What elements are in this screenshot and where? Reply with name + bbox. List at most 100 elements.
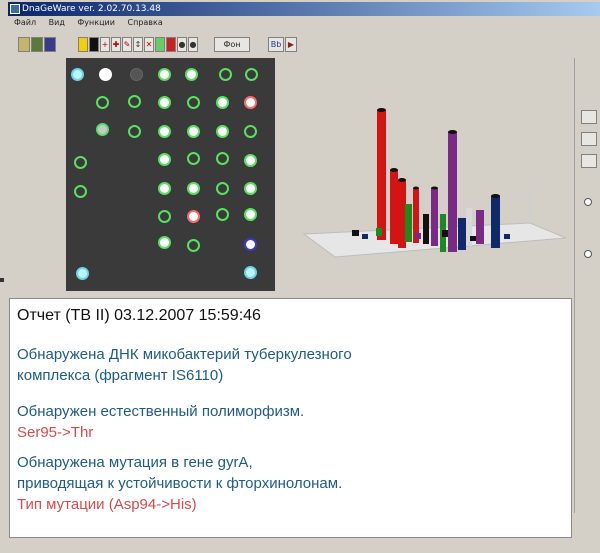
bar	[390, 170, 398, 244]
title-bar: DnaGeWare ver. 2.02.70.13.48	[8, 2, 600, 16]
well-grey-green[interactable]	[96, 123, 109, 136]
bar	[431, 188, 438, 246]
menu-functions[interactable]: Функции	[77, 18, 115, 27]
well-white-green[interactable]	[158, 153, 171, 166]
bar-plot-3d[interactable]	[280, 58, 570, 293]
tool-button-10[interactable]: ●	[177, 37, 187, 52]
tool-button-9[interactable]	[166, 37, 176, 52]
report-line: приводящая к устойчивости к фторхинолона…	[17, 475, 343, 492]
bar	[470, 236, 476, 241]
report-line: Тип мутации (Asp94->His)	[17, 496, 197, 513]
bar	[377, 110, 386, 240]
report-line: Обнаружен естественный полиморфизм.	[17, 403, 305, 420]
report-panel: Отчет (ТВ II) 03.12.2007 15:59:46 Обнару…	[9, 298, 572, 538]
well-ring-green[interactable]	[244, 125, 257, 138]
well-cyan[interactable]	[76, 267, 89, 280]
well-ring-green[interactable]	[128, 95, 141, 108]
report-line: Обнаружена ДНК микобактерий туберкулезно…	[17, 346, 352, 363]
well-white-green[interactable]	[187, 125, 200, 138]
tool-button-2[interactable]	[89, 37, 99, 52]
letter-button-label: Bb	[270, 40, 282, 49]
well-white-green[interactable]	[244, 208, 257, 221]
well-ring-green[interactable]	[216, 152, 229, 165]
well-white[interactable]	[99, 68, 112, 81]
well-ring-green[interactable]	[245, 68, 258, 81]
well-white-green[interactable]	[158, 96, 171, 109]
toolbar: + ✚ ✎ ↕ ✕ ● ● Фон Bb ▶	[8, 34, 600, 54]
open-icon[interactable]	[18, 37, 30, 52]
well-ring-green[interactable]	[187, 239, 200, 252]
well-grid[interactable]	[66, 58, 275, 291]
well-white-green[interactable]	[158, 182, 171, 195]
well-ring-green[interactable]	[74, 185, 87, 198]
well-ring-green[interactable]	[216, 182, 229, 195]
bar	[423, 214, 429, 244]
side-button[interactable]	[581, 110, 597, 124]
report-button[interactable]: Фон	[214, 37, 250, 52]
well-ring-green[interactable]	[74, 156, 87, 169]
bar	[352, 230, 359, 236]
well-ring-green[interactable]	[187, 96, 200, 109]
menu-help[interactable]: Справка	[128, 18, 163, 27]
bar-cap	[398, 178, 406, 182]
bar	[399, 224, 405, 234]
save-icon[interactable]	[44, 37, 56, 52]
tool-button-8[interactable]	[155, 37, 165, 52]
well-white-red[interactable]	[187, 210, 200, 223]
well-white-green[interactable]	[244, 154, 257, 167]
bar	[398, 180, 406, 248]
bar	[448, 132, 457, 252]
well-white-green[interactable]	[216, 125, 229, 138]
refresh-icon[interactable]	[31, 37, 43, 52]
bar	[362, 234, 368, 239]
well-white-green[interactable]	[216, 96, 229, 109]
side-button[interactable]	[581, 132, 597, 146]
tool-button-1[interactable]	[78, 37, 88, 52]
tool-button-6[interactable]: ↕	[133, 37, 143, 52]
plot-canvas	[302, 108, 567, 258]
bar-cap	[431, 186, 438, 190]
bar-cap	[448, 130, 457, 134]
well-white-green[interactable]	[158, 125, 171, 138]
window-title: DnaGeWare ver. 2.02.70.13.48	[22, 4, 161, 14]
well-ring-green[interactable]	[187, 152, 200, 165]
radio-button[interactable]	[584, 250, 592, 258]
report-line: Ser95->Thr	[17, 424, 94, 441]
well-ring-green[interactable]	[216, 208, 229, 221]
export-icon[interactable]: ▶	[285, 37, 297, 52]
well-ring-green[interactable]	[219, 68, 232, 81]
bar-cap	[491, 194, 500, 198]
right-panel	[574, 58, 600, 513]
bar	[504, 234, 510, 239]
report-button-label: Фон	[223, 40, 241, 49]
well-ring-green[interactable]	[158, 210, 171, 223]
well-white-green[interactable]	[185, 68, 198, 81]
tool-button-3[interactable]: +	[100, 37, 110, 52]
well-cyan[interactable]	[71, 68, 84, 81]
well-cyan[interactable]	[244, 266, 257, 279]
well-white-green[interactable]	[187, 182, 200, 195]
menu-view[interactable]: Вид	[49, 18, 65, 27]
well-ring-green[interactable]	[96, 96, 109, 109]
bar	[405, 204, 412, 242]
bar-cap	[390, 168, 398, 172]
well-white-green[interactable]	[158, 236, 171, 249]
tool-button-7[interactable]: ✕	[144, 37, 154, 52]
bar	[476, 210, 484, 244]
bar-cap	[413, 186, 419, 190]
well-ring-green[interactable]	[128, 125, 141, 138]
report-line: Обнаружена мутация в гене gyrA,	[17, 454, 253, 471]
menu-file[interactable]: Файл	[14, 18, 36, 27]
well-white-green[interactable]	[158, 68, 171, 81]
well-white-green[interactable]	[244, 182, 257, 195]
tool-button-11[interactable]: ●	[188, 37, 198, 52]
radio-button[interactable]	[584, 198, 592, 206]
tool-button-5[interactable]: ✎	[122, 37, 132, 52]
app-icon	[10, 4, 20, 14]
well-empty[interactable]	[130, 68, 143, 81]
letter-button[interactable]: Bb	[268, 37, 284, 52]
tool-button-4[interactable]: ✚	[111, 37, 121, 52]
side-button[interactable]	[581, 154, 597, 168]
well-white-red[interactable]	[244, 96, 257, 109]
well-white-blue[interactable]	[244, 238, 257, 251]
